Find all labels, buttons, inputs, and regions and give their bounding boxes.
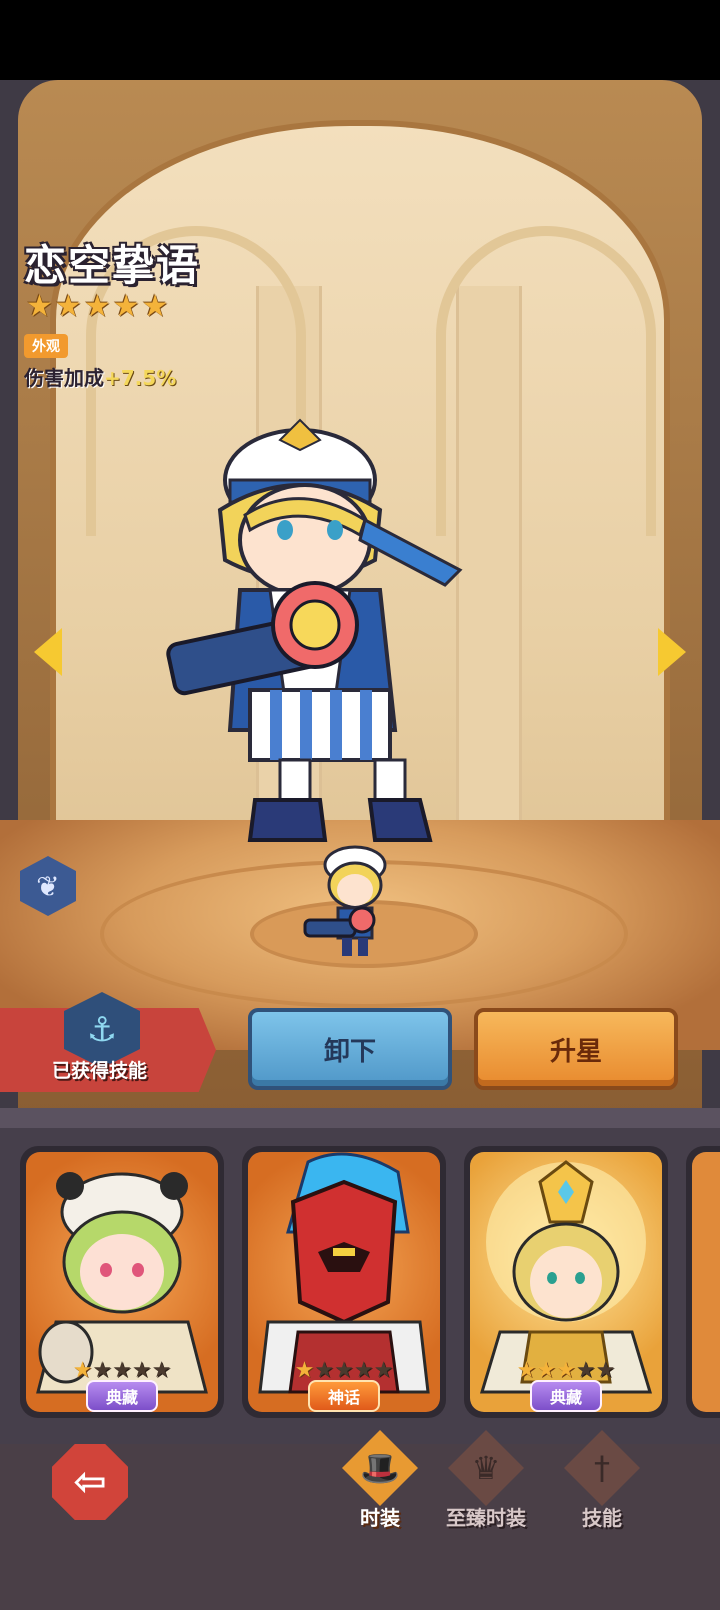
hero-stars: ★ ★ ★ ★ ★ <box>26 292 169 322</box>
panel-edge <box>0 1108 720 1128</box>
skin-card[interactable]: ★ ★ ★ ★ ★ 神话 <box>242 1146 446 1418</box>
star-icon: ★ <box>373 1358 394 1383</box>
next-skin-arrow[interactable] <box>658 628 686 676</box>
skin-stars: ★ ★ ★ ★ ★ <box>248 1360 440 1382</box>
tab-label: 至臻时装 <box>446 1506 526 1530</box>
premium-hat-icon: ♛ <box>448 1430 524 1506</box>
star-icon: ★ <box>353 1358 374 1383</box>
skin-card-art: ★ ★ ★ ★ ★ 典藏 <box>470 1152 662 1412</box>
hero-chibi <box>303 845 387 956</box>
tab-fashion[interactable]: 🎩 时装 <box>320 1430 440 1530</box>
tab-skills[interactable]: † 技能 <box>542 1430 662 1530</box>
star-icon: ★ <box>294 1358 315 1383</box>
skin-stars: ★ ★ ★ ★ ★ <box>470 1360 662 1382</box>
star-icon: ★ <box>536 1358 557 1383</box>
star-icon: ★ <box>92 1358 113 1383</box>
star-icon: ★ <box>112 1358 132 1383</box>
star-icon: ★ <box>556 1358 576 1383</box>
star-icon: ★ <box>26 289 53 324</box>
status-bar <box>0 0 720 80</box>
star-icon: ★ <box>141 289 169 324</box>
appearance-tag: 外观 <box>24 334 68 358</box>
hero-name: 恋空挚语 <box>24 241 201 290</box>
unequip-button[interactable]: 卸下 <box>248 1008 452 1090</box>
star-icon: ★ <box>575 1358 596 1383</box>
tab-label: 技能 <box>582 1506 622 1530</box>
damage-bonus: 伤害加成+7.5% <box>24 362 176 391</box>
bonus-label: 伤害加成 <box>24 366 104 390</box>
star-icon: ★ <box>334 1358 354 1383</box>
skin-card-art: ★ ★ ★ ★ ★ 神话 <box>248 1152 440 1412</box>
rank-badge: 典藏 <box>529 1380 603 1412</box>
bonus-value: +7.5% <box>104 366 177 390</box>
star-icon: ★ <box>83 289 111 324</box>
star-icon: ★ <box>131 1358 152 1383</box>
skin-card[interactable]: ★ ★ ★ ★ ★ 典藏 <box>464 1146 668 1418</box>
tab-premium-fashion[interactable]: ♛ 至臻时装 <box>426 1430 546 1530</box>
prev-skin-arrow[interactable] <box>34 628 62 676</box>
star-up-button[interactable]: 升星 <box>474 1008 678 1090</box>
star-icon: ★ <box>151 1358 172 1383</box>
hat-icon: 🎩 <box>342 1430 418 1506</box>
hero-portrait <box>166 418 463 842</box>
sword-icon: † <box>564 1430 640 1506</box>
skill-label: 已获得技能 <box>52 1060 148 1082</box>
skin-card-art: ★ ★ ★ ★ ★ 典藏 <box>26 1152 218 1412</box>
back-arrow-icon[interactable]: ⇦ <box>52 1444 128 1520</box>
skin-card[interactable]: ★ ★ ★ ★ ★ 典藏 <box>20 1146 224 1418</box>
star-icon: ★ <box>516 1358 537 1383</box>
skin-stars: ★ ★ ★ ★ ★ <box>26 1360 218 1382</box>
skin-card-partial[interactable] <box>686 1146 720 1418</box>
star-icon: ★ <box>314 1358 335 1383</box>
star-icon: ★ <box>595 1358 616 1383</box>
rank-badge: 神话 <box>307 1380 381 1412</box>
star-icon: ★ <box>72 1358 93 1383</box>
rank-badge: 典藏 <box>85 1380 159 1412</box>
star-icon: ★ <box>112 289 140 324</box>
tab-label: 时装 <box>360 1506 400 1530</box>
star-icon: ★ <box>54 289 82 324</box>
